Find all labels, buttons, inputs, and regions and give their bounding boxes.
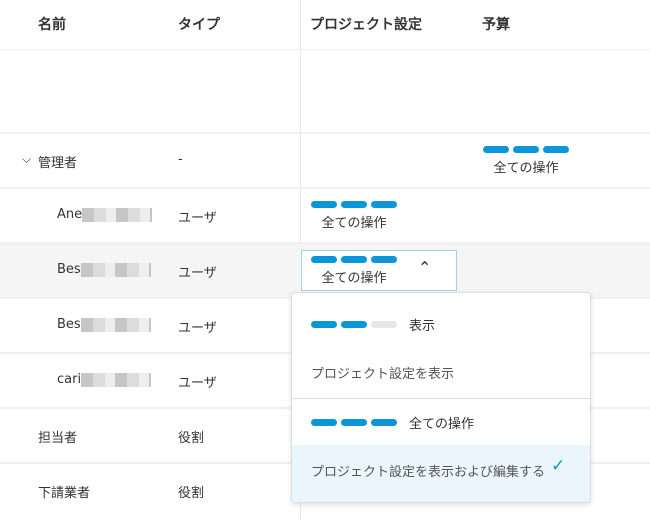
budget-permission[interactable]: 全ての操作 bbox=[483, 146, 569, 176]
selected-permission: 全ての操作 bbox=[311, 256, 397, 286]
table-row[interactable]: ⌵ 管理者 - 全ての操作 bbox=[0, 132, 650, 187]
row-type: - bbox=[178, 152, 183, 167]
permission-level-icon bbox=[311, 201, 397, 208]
redacted-blur bbox=[81, 372, 152, 387]
column-header-name[interactable]: 名前 bbox=[38, 14, 66, 34]
project-permission[interactable]: 全ての操作 bbox=[311, 201, 397, 231]
dropdown-option-all[interactable]: 全ての操作 プロジェクト設定を表示および編集する ✓ bbox=[292, 399, 590, 502]
option-level: 表示 bbox=[409, 319, 436, 334]
user-name: Ane bbox=[57, 207, 153, 222]
redacted-blur bbox=[80, 262, 151, 277]
row-type: ユーザ bbox=[178, 321, 217, 336]
row-type: ユーザ bbox=[178, 211, 217, 226]
option-description: プロジェクト設定を表示および編集する bbox=[311, 465, 546, 480]
user-name: Bes bbox=[57, 317, 151, 332]
checkmark-icon: ✓ bbox=[551, 456, 566, 476]
permission-label: 全ての操作 bbox=[321, 216, 387, 231]
permission-select[interactable]: 全ての操作 ⌃ bbox=[301, 250, 457, 291]
redacted-blur bbox=[82, 207, 153, 222]
option-description: プロジェクト設定を表示 bbox=[311, 367, 455, 382]
role-name: 下請業者 bbox=[38, 486, 91, 501]
user-name: Bes bbox=[57, 262, 151, 277]
permission-level-icon bbox=[483, 146, 569, 153]
dropdown-option-view[interactable]: 表示 プロジェクト設定を表示 bbox=[292, 293, 590, 399]
redacted-blur bbox=[80, 317, 151, 332]
chevron-down-icon[interactable]: ⌵ bbox=[22, 152, 31, 167]
row-type: 役割 bbox=[178, 431, 205, 446]
user-name: cari bbox=[57, 372, 152, 387]
row-type: 役割 bbox=[178, 486, 205, 501]
column-header-project-settings[interactable]: プロジェクト設定 bbox=[310, 14, 422, 34]
permission-label: 全ての操作 bbox=[493, 161, 559, 176]
permission-level-icon bbox=[311, 419, 397, 426]
empty-row bbox=[0, 50, 650, 132]
row-type: ユーザ bbox=[178, 266, 217, 281]
chevron-up-icon[interactable]: ⌃ bbox=[418, 258, 431, 277]
table-row[interactable]: Ane ユーザ 全ての操作 bbox=[0, 187, 650, 242]
role-name: 担当者 bbox=[38, 431, 78, 446]
permission-level-icon bbox=[311, 256, 397, 263]
permission-dropdown-menu: 表示 プロジェクト設定を表示 全ての操作 プロジェクト設定を表示および編集する … bbox=[291, 292, 591, 503]
column-header-type[interactable]: タイプ bbox=[178, 14, 220, 34]
table-header: 名前 タイプ プロジェクト設定 予算 bbox=[0, 0, 650, 50]
permission-level-icon bbox=[311, 321, 397, 328]
column-header-budget[interactable]: 予算 bbox=[482, 14, 510, 34]
row-type: ユーザ bbox=[178, 376, 217, 391]
permission-label: 全ての操作 bbox=[321, 271, 387, 286]
option-level: 全ての操作 bbox=[409, 417, 475, 432]
group-name: 管理者 bbox=[38, 156, 78, 171]
